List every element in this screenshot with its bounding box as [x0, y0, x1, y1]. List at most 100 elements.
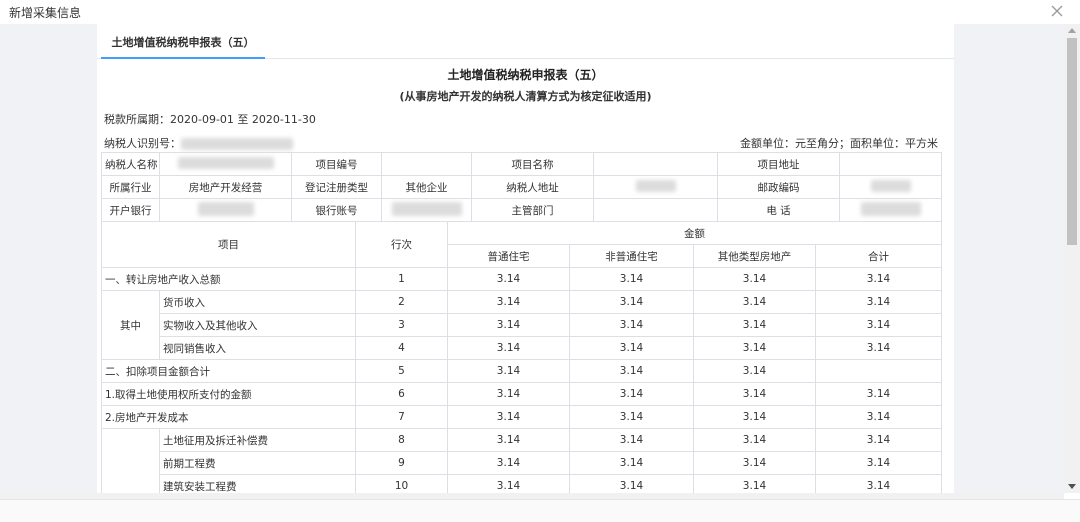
redacted-value	[635, 179, 676, 192]
taxpayer-id-label: 纳税人识别号：	[104, 137, 181, 150]
bank-value[interactable]	[159, 198, 292, 222]
qizhong-label: 其中	[101, 290, 160, 360]
amount-cell[interactable]: 3.14	[447, 313, 570, 337]
amount-cell[interactable]: 3.14	[693, 290, 816, 314]
table-row: 实物收入及其他收入 3 3.14 3.14 3.14 3.14	[102, 313, 942, 337]
taxpayer-address-value[interactable]	[593, 175, 718, 199]
amount-cell[interactable]: 3.14	[815, 290, 942, 314]
postal-code-value[interactable]	[839, 175, 942, 199]
amount-cell[interactable]: 3.14	[447, 359, 570, 383]
registration-type-value[interactable]: 其他企业	[381, 175, 472, 199]
table-row: 一、转让房地产收入总额 1 3.14 3.14 3.14 3.14	[101, 267, 942, 291]
amount-cell[interactable]	[815, 359, 942, 383]
info-label: 纳税人地址	[471, 175, 594, 199]
info-label: 主管部门	[471, 198, 594, 222]
row-label: 2.房地产开发成本	[101, 405, 356, 429]
amount-cell[interactable]: 3.14	[815, 313, 942, 337]
header-amount: 金额	[447, 221, 942, 245]
amount-cell[interactable]: 3.14	[815, 336, 942, 360]
scroll-up-icon[interactable]	[1068, 28, 1076, 33]
amount-cell[interactable]: 3.14	[447, 382, 570, 406]
amount-cell[interactable]: 3.14	[815, 267, 942, 291]
amount-cell[interactable]: 3.14	[815, 474, 942, 493]
tab-bar: 土地增值税纳税申报表（五）	[97, 24, 954, 59]
redacted-taxpayer-id	[181, 138, 293, 150]
dialog-body: 土地增值税纳税申报表（五） 土地增值税纳税申报表（五） (从事房地产开发的纳税人…	[0, 24, 1064, 493]
redacted-value	[197, 201, 254, 216]
amount-cell[interactable]: 3.14	[815, 382, 942, 406]
amount-cell[interactable]: 3.14	[693, 267, 816, 291]
amount-cell[interactable]: 3.14	[447, 336, 570, 360]
amount-cell[interactable]: 3.14	[447, 290, 570, 314]
amount-cell[interactable]: 3.14	[569, 336, 694, 360]
amount-cell[interactable]: 3.14	[693, 336, 816, 360]
table-row: 其中 货币收入 2 3.14 3.14 3.14 3.14	[101, 290, 942, 360]
amount-cell[interactable]: 3.14	[447, 267, 570, 291]
project-code-value[interactable]	[381, 152, 472, 176]
info-table: 纳税人名称 项目编号 项目名称 项目地址 所属行业 房地产开发经营 登记注册类型…	[101, 152, 942, 222]
amount-cell[interactable]: 3.14	[693, 313, 816, 337]
authority-value[interactable]	[593, 198, 718, 222]
amount-cell[interactable]: 3.14	[447, 428, 570, 452]
header-row-no: 行次	[355, 221, 448, 268]
scroll-down-icon[interactable]	[1068, 484, 1076, 489]
report-panel: 土地增值税纳税申报表（五） 土地增值税纳税申报表（五） (从事房地产开发的纳税人…	[97, 24, 954, 493]
table-row: 土地征用及拆迁补偿费 8 3.14 3.14 3.14 3.14	[101, 428, 942, 493]
amount-cell[interactable]: 3.14	[569, 428, 694, 452]
amount-cell[interactable]: 3.14	[693, 428, 816, 452]
project-address-value[interactable]	[839, 152, 942, 176]
amount-cell[interactable]: 3.14	[569, 359, 694, 383]
table-row: 开户银行 银行账号 主管部门 电 话	[101, 198, 942, 222]
dialog-title: 新增采集信息	[9, 6, 82, 20]
report-subtitle: (从事房地产开发的纳税人清算方式为核定征收适用)	[399, 90, 652, 103]
amount-cell[interactable]: 3.14	[569, 290, 694, 314]
row-number: 3	[355, 313, 448, 337]
row-label: 货币收入	[159, 290, 356, 314]
amount-cell[interactable]: 3.14	[815, 428, 942, 452]
table-row: 1.取得土地使用权所支付的金额 6 3.14 3.14 3.14 3.14	[101, 382, 942, 406]
amount-cell[interactable]: 3.14	[693, 474, 816, 493]
row-number: 10	[355, 474, 448, 493]
table-row: 建筑安装工程费 10 3.14 3.14 3.14 3.14	[102, 474, 942, 493]
project-name-value[interactable]	[593, 152, 718, 176]
row-number: 5	[355, 359, 448, 383]
amount-cell[interactable]: 3.14	[447, 405, 570, 429]
amount-cell[interactable]: 3.14	[815, 451, 942, 475]
row-number: 1	[355, 267, 448, 291]
amount-cell[interactable]: 3.14	[693, 405, 816, 429]
amount-cell[interactable]: 3.14	[693, 451, 816, 475]
industry-value[interactable]: 房地产开发经营	[159, 175, 292, 199]
scroll-thumb[interactable]	[1067, 38, 1077, 245]
info-label: 银行账号	[291, 198, 382, 222]
amount-cell[interactable]: 3.14	[569, 313, 694, 337]
amount-cell[interactable]: 3.14	[569, 267, 694, 291]
table-row: 所属行业 房地产开发经营 登记注册类型 其他企业 纳税人地址 邮政编码	[101, 175, 942, 199]
amount-cell[interactable]: 3.14	[693, 359, 816, 383]
redacted-value	[870, 179, 911, 192]
header-item: 项目	[101, 221, 356, 268]
row-label: 土地征用及拆迁补偿费	[159, 428, 356, 452]
amount-cell[interactable]: 3.14	[693, 382, 816, 406]
amount-cell[interactable]: 3.14	[447, 474, 570, 493]
redacted-value	[391, 201, 462, 216]
vertical-scrollbar[interactable]	[1064, 24, 1080, 493]
table-row: 2.房地产开发成本 7 3.14 3.14 3.14 3.14	[101, 405, 942, 429]
table-row: 前期工程费 9 3.14 3.14 3.14 3.14	[102, 451, 942, 475]
dialog-header: 新增采集信息	[0, 0, 1080, 24]
amount-cell[interactable]: 3.14	[569, 451, 694, 475]
amount-cell[interactable]: 3.14	[569, 405, 694, 429]
taxpayer-name-value[interactable]	[159, 152, 292, 176]
amount-cell[interactable]: 3.14	[447, 451, 570, 475]
bank-account-value[interactable]	[381, 198, 472, 222]
tab-report-5[interactable]: 土地增值税纳税申报表（五）	[101, 24, 265, 59]
amount-cell[interactable]: 3.14	[569, 474, 694, 493]
info-label: 所属行业	[101, 175, 160, 199]
column-header: 合计	[815, 244, 942, 268]
info-label: 电 话	[717, 198, 840, 222]
phone-value[interactable]	[839, 198, 942, 222]
close-icon[interactable]	[1048, 2, 1066, 20]
amount-cell[interactable]: 3.14	[815, 405, 942, 429]
column-header: 其他类型房地产	[693, 244, 816, 268]
amount-cell[interactable]: 3.14	[569, 382, 694, 406]
table-row: 视同销售收入 4 3.14 3.14 3.14 3.14	[102, 336, 942, 360]
